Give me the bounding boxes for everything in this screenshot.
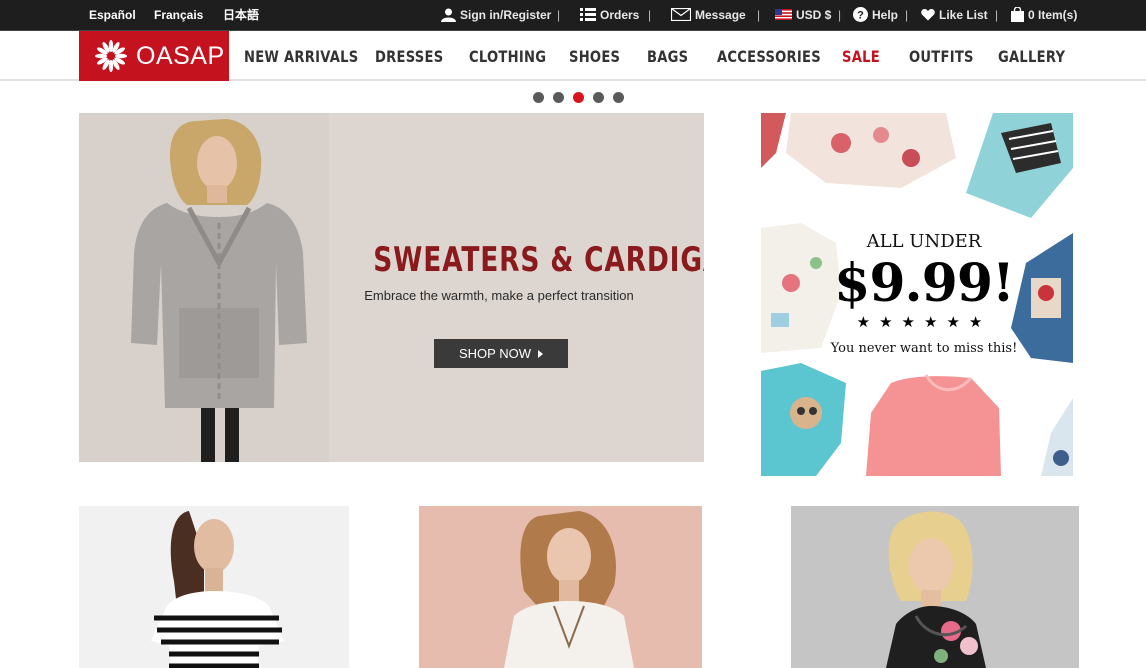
language-espanol-link[interactable]: Español [89, 0, 136, 31]
currency-label: USD $ [796, 8, 832, 22]
language-francais-link[interactable]: Français [154, 0, 203, 31]
product-card-striped-tee[interactable] [79, 506, 349, 668]
cart-label: 0 Item(s) [1028, 8, 1078, 22]
separator: | [648, 8, 652, 22]
main-navigation: OASAP NEW ARRIVALS DRESSES CLOTHING SHOE… [0, 31, 1146, 81]
separator: | [557, 8, 561, 22]
carousel-dot[interactable] [573, 92, 584, 103]
like-list-label: Like List [939, 8, 988, 22]
language-japanese-link[interactable]: 日本語 [223, 0, 259, 31]
carousel-dot[interactable] [553, 92, 564, 103]
message-label: Message [695, 8, 746, 22]
promo-all-under: ALL UNDER [866, 231, 982, 252]
nav-clothing[interactable]: CLOTHING [469, 31, 546, 81]
nav-dresses[interactable]: DRESSES [375, 31, 443, 81]
svg-text:?: ? [857, 10, 864, 22]
list-icon [580, 8, 596, 22]
nav-shoes[interactable]: SHOES [569, 31, 620, 81]
currency-selector[interactable]: USD $ [775, 0, 831, 31]
question-circle-icon: ? [853, 7, 868, 23]
logo-wordmark: OASAP [136, 42, 225, 70]
separator: | [838, 8, 842, 22]
nav-outfits[interactable]: OUTFITS [909, 31, 974, 81]
model-striped-tee-image [79, 506, 349, 668]
envelope-icon [671, 8, 691, 22]
sign-in-label: Sign in/Register [460, 8, 552, 22]
carousel-dot[interactable] [593, 92, 604, 103]
flower-logo-icon [95, 40, 127, 72]
help-label: Help [872, 8, 899, 22]
nav-bags[interactable]: BAGS [647, 31, 688, 81]
message-link[interactable]: Message [671, 0, 746, 31]
separator: | [757, 8, 761, 22]
like-list-link[interactable]: Like List [921, 0, 988, 31]
sign-in-link[interactable]: Sign in/Register [441, 0, 551, 31]
nav-new-arrivals[interactable]: NEW ARRIVALS [244, 31, 358, 81]
carousel-dot[interactable] [533, 92, 544, 103]
shop-now-label: SHOP NOW [459, 346, 531, 361]
separator: | [905, 8, 909, 22]
nav-gallery[interactable]: GALLERY [998, 31, 1065, 81]
cart-link[interactable]: 0 Item(s) [1011, 0, 1077, 31]
heart-icon [921, 9, 935, 21]
orders-link[interactable]: Orders [580, 0, 639, 31]
model-knit-cardigan-image [419, 506, 702, 668]
shopping-bag-icon [1011, 7, 1024, 23]
promo-stars: ★★★★★★ [856, 314, 992, 331]
shop-now-button[interactable]: SHOP NOW [434, 339, 568, 368]
help-link[interactable]: ? Help [853, 0, 898, 31]
separator: | [995, 8, 999, 22]
hero-title: SWEATERS & CARDIGANS [373, 240, 704, 280]
product-card-floral-top[interactable] [791, 506, 1079, 668]
hero-subtitle: Embrace the warmth, make a perfect trans… [364, 288, 634, 303]
nav-accessories[interactable]: ACCESSORIES [717, 31, 821, 81]
user-icon [441, 8, 456, 22]
product-card-knit-cardigan[interactable] [419, 506, 702, 668]
nav-sale[interactable]: SALE [842, 31, 880, 81]
top-utility-bar: Español Français 日本語 Sign in/Register | … [0, 0, 1146, 31]
orders-label: Orders [600, 8, 640, 22]
promo-tagline: You never want to miss this! [830, 341, 1018, 356]
play-arrow-icon [538, 349, 543, 358]
oasap-logo[interactable]: OASAP [79, 31, 229, 81]
promo-banner[interactable]: ALL UNDER $9.99! ★★★★★★ You never want t… [761, 113, 1073, 476]
model-in-sweater-image [79, 113, 329, 462]
promo-price: $9.99! [834, 253, 1015, 314]
carousel-dot[interactable] [613, 92, 624, 103]
model-floral-top-image [791, 506, 1079, 668]
us-flag-icon [775, 9, 792, 21]
hero-banner[interactable]: SWEATERS & CARDIGANS Embrace the warmth,… [79, 113, 704, 462]
